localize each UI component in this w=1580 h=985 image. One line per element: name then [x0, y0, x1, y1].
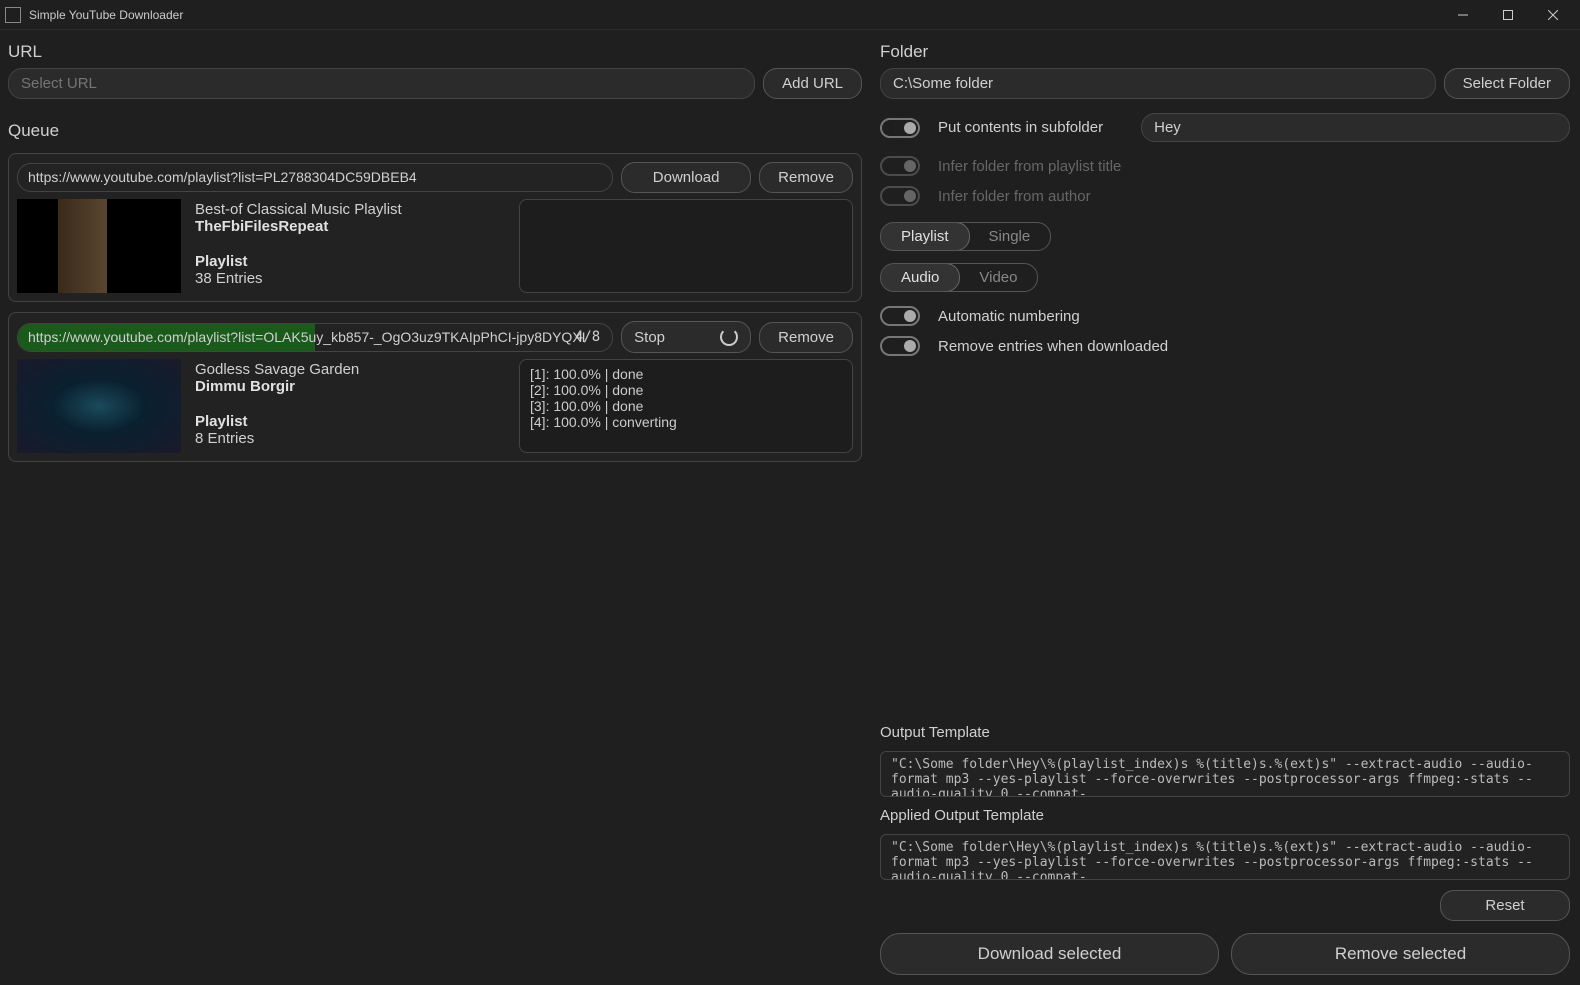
minimize-button[interactable] [1440, 0, 1485, 30]
select-folder-button[interactable]: Select Folder [1444, 68, 1570, 99]
item-title: Godless Savage Garden [195, 361, 505, 378]
infer-author-toggle[interactable] [880, 186, 920, 206]
queue-list: https://www.youtube.com/playlist?list=PL… [8, 153, 862, 977]
queue-label: Queue [8, 121, 862, 141]
url-label: URL [8, 42, 862, 62]
pill-single[interactable]: Single [969, 223, 1051, 250]
remove-button[interactable]: Remove [759, 162, 853, 193]
spinner-icon [720, 328, 738, 346]
download-selected-button[interactable]: Download selected [880, 933, 1219, 975]
add-url-button[interactable]: Add URL [763, 68, 862, 99]
subfolder-input[interactable] [1141, 113, 1570, 142]
titlebar: Simple YouTube Downloader [0, 0, 1580, 30]
item-type: Playlist [195, 413, 505, 430]
mode-playlist-group: Playlist Single [880, 222, 1051, 251]
maximize-button[interactable] [1485, 0, 1530, 30]
folder-label: Folder [880, 42, 1570, 62]
item-title: Best-of Classical Music Playlist [195, 201, 505, 218]
item-author: TheFbiFilesRepeat [195, 218, 505, 235]
template-label: Output Template [880, 724, 1570, 741]
download-button[interactable]: Download [621, 162, 751, 193]
thumbnail [17, 359, 181, 453]
item-author: Dimmu Borgir [195, 378, 505, 395]
subfolder-toggle[interactable] [880, 118, 920, 138]
app-icon [5, 7, 21, 23]
infer-playlist-label: Infer folder from playlist title [938, 158, 1121, 175]
remove-selected-button[interactable]: Remove selected [1231, 933, 1570, 975]
template-value[interactable]: "C:\Some folder\Hey\%(playlist_index)s %… [880, 751, 1570, 797]
log-box [519, 199, 853, 293]
queue-item: https://www.youtube.com/playlist?list=OL… [8, 312, 862, 462]
queue-url: https://www.youtube.com/playlist?list=PL… [17, 163, 613, 192]
infer-playlist-toggle[interactable] [880, 156, 920, 176]
item-type: Playlist [195, 253, 505, 270]
stop-button[interactable]: Stop [621, 321, 751, 353]
pill-audio[interactable]: Audio [880, 263, 960, 292]
remove-button[interactable]: Remove [759, 322, 853, 353]
autonum-label: Automatic numbering [938, 308, 1080, 325]
reset-button[interactable]: Reset [1440, 890, 1570, 921]
progress-count: 4/8 [575, 329, 600, 345]
folder-input[interactable] [880, 68, 1436, 99]
infer-author-label: Infer folder from author [938, 188, 1091, 205]
window-title: Simple YouTube Downloader [29, 8, 1440, 22]
remove-done-label: Remove entries when downloaded [938, 338, 1168, 355]
applied-template-value: "C:\Some folder\Hey\%(playlist_index)s %… [880, 834, 1570, 880]
item-entries: 8 Entries [195, 430, 505, 447]
queue-url: https://www.youtube.com/playlist?list=OL… [17, 323, 613, 352]
queue-item: https://www.youtube.com/playlist?list=PL… [8, 153, 862, 302]
pill-video[interactable]: Video [959, 264, 1037, 291]
close-button[interactable] [1530, 0, 1575, 30]
subfolder-label: Put contents in subfolder [938, 119, 1103, 136]
mode-av-group: Audio Video [880, 263, 1038, 292]
log-box: [1]: 100.0% | done [2]: 100.0% | done [3… [519, 359, 853, 453]
thumbnail [17, 199, 181, 293]
applied-template-label: Applied Output Template [880, 807, 1570, 824]
autonum-toggle[interactable] [880, 306, 920, 326]
pill-playlist[interactable]: Playlist [880, 222, 970, 251]
url-input[interactable] [8, 68, 755, 99]
item-entries: 38 Entries [195, 270, 505, 287]
remove-done-toggle[interactable] [880, 336, 920, 356]
